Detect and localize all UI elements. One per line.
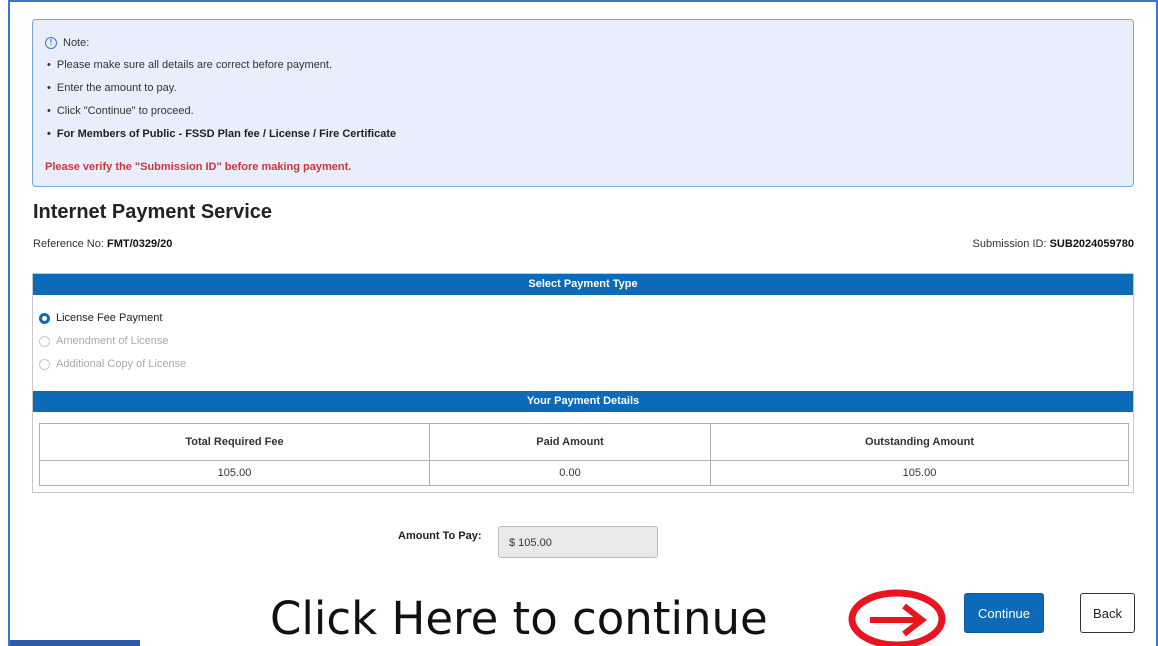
amount-to-pay-input[interactable]: $ 105.00 (498, 526, 658, 558)
table-header-row: Total Required Fee Paid Amount Outstandi… (39, 423, 1129, 461)
note-panel: ! Note: Please make sure all details are… (32, 19, 1134, 187)
radio-license-fee-payment[interactable]: License Fee Payment (39, 312, 162, 324)
submission-label: Submission ID: (972, 238, 1047, 250)
radio-selected-icon[interactable] (39, 312, 50, 324)
total-required-fee: 105.00 (39, 460, 430, 486)
note-item: Enter the amount to pay. (47, 81, 396, 104)
window-frame-top (8, 0, 1158, 2)
back-button[interactable]: Back (1080, 593, 1135, 633)
payment-details-table: Total Required Fee Paid Amount Outstandi… (39, 423, 1129, 486)
note-warning: Please verify the "Submission ID" before… (45, 161, 352, 173)
payment-type-header: Select Payment Type (33, 274, 1133, 295)
radio-additional-copy-of-license[interactable]: Additional Copy of License (39, 358, 186, 370)
column-header: Paid Amount (429, 423, 711, 461)
reference-label: Reference No: (33, 238, 104, 250)
arrow-right-circle-icon (848, 589, 946, 646)
window-frame-left (8, 0, 10, 646)
continue-button[interactable]: Continue (964, 593, 1044, 633)
submission-id: Submission ID: SUB2024059780 (973, 238, 1134, 250)
note-title: ! Note: (45, 37, 89, 49)
radio-amendment-of-license[interactable]: Amendment of License (39, 335, 169, 347)
column-header: Outstanding Amount (710, 423, 1129, 461)
radio-label: Additional Copy of License (56, 358, 187, 370)
column-header: Total Required Fee (39, 423, 430, 461)
reference-number: Reference No: FMT/0329/20 (33, 238, 172, 250)
note-item: Click "Continue" to proceed. (47, 104, 396, 127)
radio-label: License Fee Payment (56, 312, 163, 324)
payment-details-header: Your Payment Details (33, 391, 1133, 412)
bottom-taskbar-tab (10, 640, 140, 646)
table-row: 105.00 0.00 105.00 (39, 460, 1129, 486)
radio-label: Amendment of License (56, 335, 169, 347)
note-title-text: Note: (63, 37, 90, 49)
outstanding-amount: 105.00 (710, 460, 1129, 486)
annotation-text: Click Here to continue (270, 592, 768, 645)
amount-to-pay-label: Amount To Pay: (398, 530, 482, 542)
info-icon: ! (45, 37, 57, 49)
note-list: Please make sure all details are correct… (47, 58, 396, 150)
reference-value: FMT/0329/20 (107, 238, 173, 250)
radio-unselected-icon[interactable] (39, 335, 50, 347)
paid-amount: 0.00 (429, 460, 711, 486)
note-item: For Members of Public - FSSD Plan fee / … (47, 127, 396, 150)
submission-value: SUB2024059780 (1049, 238, 1134, 250)
payment-panel: Select Payment Type License Fee Payment … (32, 273, 1134, 493)
radio-unselected-icon[interactable] (39, 358, 50, 370)
note-item: Please make sure all details are correct… (47, 58, 396, 81)
page-title: Internet Payment Service (33, 201, 272, 223)
